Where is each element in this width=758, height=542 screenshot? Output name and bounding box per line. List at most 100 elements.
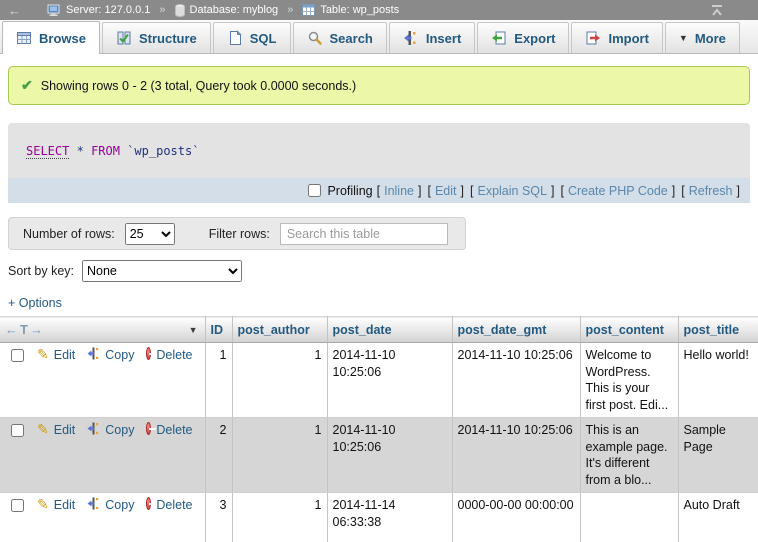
options-toggle-link[interactable]: + Options [8,296,62,310]
cell-id: 1 [205,343,232,418]
cell-post-title: Hello world! [678,343,758,418]
breadcrumb-server[interactable]: Server: 127.0.0.1 [66,4,150,16]
cell-post-content: Welcome to WordPress. This is your first… [580,343,678,418]
sql-keyword-select[interactable]: SELECT [26,144,69,159]
inline-link[interactable]: Inline [384,184,414,198]
copy-icon [87,497,100,510]
tab-label: Browse [39,31,86,46]
delete-row-link[interactable]: Delete [156,347,192,364]
cell-post-date: 2014-11-10 10:25:06 [327,418,452,493]
copy-icon [87,422,100,435]
delete-icon [146,497,151,510]
table-row: ✎ Edit Copy Delete 3 1 2014-11-14 06:33:… [0,493,758,542]
cell-post-title: Sample Page [678,418,758,493]
bracket: ] [551,184,554,198]
copy-row-link[interactable]: Copy [105,422,134,439]
delete-icon [146,347,151,360]
cell-id: 2 [205,418,232,493]
bracket: [ [560,184,563,198]
cell-post-author: 1 [232,493,327,542]
table-row: ✎ Edit Copy Delete 2 1 2014-11-10 10:25:… [0,418,758,493]
column-action-chevron-icon[interactable]: ▼ [189,325,198,335]
refresh-link[interactable]: Refresh [689,184,733,198]
breadcrumb-table: Table: wp_posts [320,4,399,16]
tab-label: Structure [139,31,197,46]
profiling-label: Profiling [327,184,372,198]
browse-icon [16,30,32,46]
sort-by-key-label: Sort by key: [8,264,74,278]
tab-bar: Browse Structure SQL Search Insert Expor… [0,20,758,54]
row-navigation-header[interactable]: ←T→ ▼ [0,317,205,343]
edit-row-link[interactable]: Edit [54,497,76,514]
back-arrow-icon[interactable]: ← [8,3,21,18]
server-icon [47,4,61,17]
cell-post-date: 2014-11-10 10:25:06 [327,343,452,418]
pencil-icon: ✎ [37,422,49,436]
copy-row-link[interactable]: Copy [105,497,134,514]
edit-row-link[interactable]: Edit [54,422,76,439]
collapse-icon[interactable] [710,5,724,16]
table-row: ✎ Edit Copy Delete 1 1 2014-11-10 10:25:… [0,343,758,418]
tab-import[interactable]: Import [571,22,662,53]
profiling-checkbox[interactable] [308,184,321,197]
number-of-rows-select[interactable]: 25 [125,223,175,245]
row-checkbox[interactable] [11,499,24,512]
column-header-post-content[interactable]: post_content [580,317,678,343]
sql-identifier: `wp_posts` [127,144,199,158]
cell-post-author: 1 [232,418,327,493]
tab-insert[interactable]: Insert [389,22,475,53]
column-header-post-date[interactable]: post_date [327,317,452,343]
row-checkbox[interactable] [11,424,24,437]
pencil-icon: ✎ [37,497,49,511]
cell-post-content [580,493,678,542]
sort-by-key-select[interactable]: None [82,260,242,282]
database-icon [175,4,185,17]
import-icon [585,30,601,46]
tab-label: Insert [426,31,461,46]
tab-label: SQL [250,31,277,46]
breadcrumb-separator: » [159,4,165,16]
tab-label: More [695,31,726,46]
tab-label: Export [514,31,555,46]
bracket: [ [377,184,380,198]
tab-more[interactable]: ▼ More [665,22,740,53]
bracket: [ [427,184,430,198]
create-php-code-link[interactable]: Create PHP Code [568,184,668,198]
delete-icon [146,422,151,435]
insert-icon [403,30,419,46]
cell-post-date: 2014-11-14 06:33:38 [327,493,452,542]
sql-star: * [77,144,84,158]
filter-rows-input[interactable] [280,223,448,245]
tab-label: Import [608,31,648,46]
breadcrumb-bar: ← Server: 127.0.0.1 » Database: myblog »… [0,0,758,20]
delete-row-link[interactable]: Delete [156,497,192,514]
tab-browse[interactable]: Browse [2,21,100,54]
sql-tools-bar: Profiling [ Inline ] [ Edit ] [ Explain … [8,178,750,203]
bracket: ] [461,184,464,198]
bracket: ] [737,184,740,198]
sql-icon [227,30,243,46]
explain-sql-link[interactable]: Explain SQL [477,184,546,198]
number-of-rows-label: Number of rows: [23,227,115,241]
column-header-post-author[interactable]: post_author [232,317,327,343]
edit-row-link[interactable]: Edit [54,347,76,364]
row-navigation-icon[interactable]: ←T→ [5,322,45,337]
chevron-down-icon: ▼ [679,33,688,43]
tab-sql[interactable]: SQL [213,22,291,53]
tab-search[interactable]: Search [293,22,387,53]
breadcrumb-separator: » [287,4,293,16]
tab-structure[interactable]: Structure [102,22,211,53]
table-header-row: ←T→ ▼ ID post_author post_date post_date… [0,317,758,343]
column-header-post-date-gmt[interactable]: post_date_gmt [452,317,580,343]
tab-export[interactable]: Export [477,22,569,53]
delete-row-link[interactable]: Delete [156,422,192,439]
row-checkbox[interactable] [11,349,24,362]
filter-rows-label: Filter rows: [209,227,270,241]
bracket: [ [681,184,684,198]
column-header-post-title[interactable]: post_title [678,317,758,343]
edit-query-link[interactable]: Edit [435,184,457,198]
column-header-id[interactable]: ID [205,317,232,343]
copy-row-link[interactable]: Copy [105,347,134,364]
structure-icon [116,30,132,46]
breadcrumb-database[interactable]: Database: myblog [190,4,279,16]
